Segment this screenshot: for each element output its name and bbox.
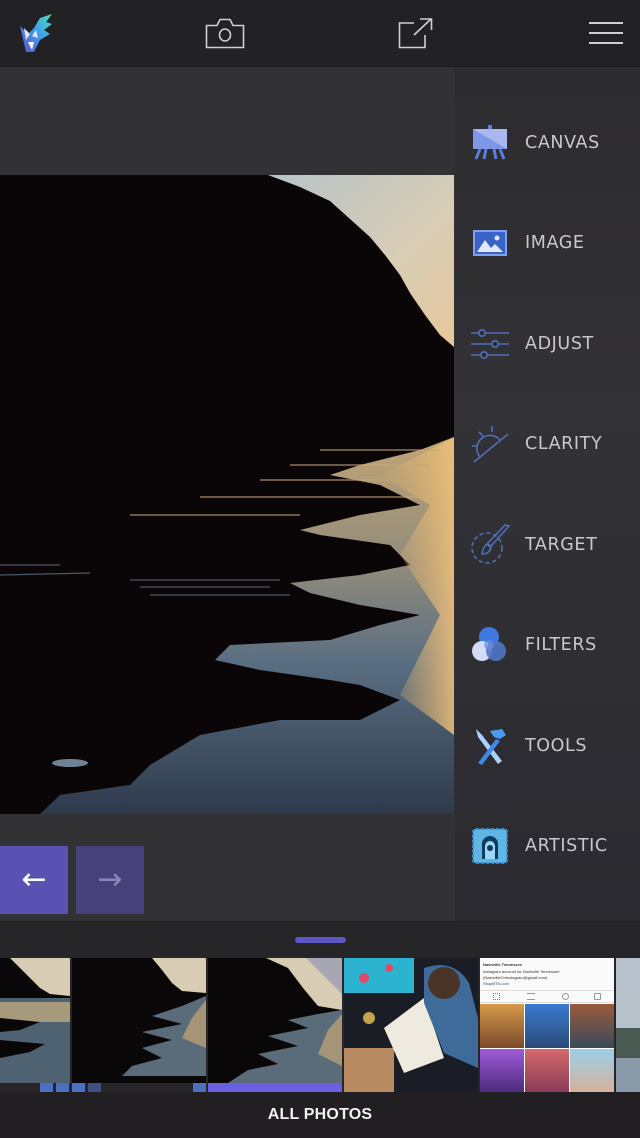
undo-back-button[interactable]: ← [0, 846, 68, 914]
ig-grid-photo [480, 1004, 524, 1048]
drawer-drag-handle[interactable] [295, 937, 346, 943]
lake-thumbnail-image [0, 958, 70, 1083]
menu-item-adjust[interactable]: ADJUST [455, 294, 640, 394]
ig-grid-photo [525, 1049, 569, 1093]
ig-bio-line: (NashvilleOnInstagram@gmail.com) [483, 975, 548, 980]
menu-item-canvas[interactable]: CANVAS [455, 93, 640, 193]
menu-item-label: CLARITY [525, 434, 603, 454]
menu-item-target[interactable]: TARGET [455, 495, 640, 595]
brush-target-icon [471, 524, 511, 564]
export-share-icon [398, 18, 433, 49]
photo-editor-app: ← → CANVAS IMAGE ADJUST CLARITY TARGET F… [0, 0, 640, 1138]
ig-grid-photo [525, 1004, 569, 1048]
menu-item-label: CANVAS [525, 133, 600, 153]
ig-photo-grid [480, 1004, 614, 1093]
menu-item-label: FILTERS [525, 635, 597, 655]
menu-item-label: ARTISTIC [525, 836, 608, 856]
ig-grid-photo [480, 1049, 524, 1093]
top-toolbar [0, 0, 640, 67]
sliders-icon [471, 329, 509, 359]
photo-thumbnail[interactable] [344, 958, 478, 1093]
menu-item-label: TOOLS [525, 736, 588, 756]
tool-side-menu: CANVAS IMAGE ADJUST CLARITY TARGET FILTE… [455, 67, 640, 921]
lake-sunset-photo [0, 175, 454, 814]
menu-item-clarity[interactable]: CLARITY [455, 394, 640, 494]
hamburger-menu-icon [589, 22, 623, 44]
menu-item-filters[interactable]: FILTERS [455, 595, 640, 695]
menu-item-tools[interactable]: TOOLS [455, 696, 640, 796]
menu-item-label: ADJUST [525, 334, 594, 354]
all-photos-button[interactable]: ALL PHOTOS [0, 1092, 640, 1138]
photo-thumbnail-selected[interactable] [208, 958, 342, 1093]
ig-grid-photo [570, 1004, 614, 1048]
editing-canvas: ← → [0, 67, 455, 921]
ig-grid-photo [570, 1049, 614, 1093]
lake-thumbnail-image [72, 958, 206, 1083]
app-logo-icon [20, 14, 52, 52]
sun-clarity-icon [472, 426, 509, 463]
easel-icon [473, 125, 507, 160]
filters-circles-icon [472, 627, 506, 661]
arrow-right-icon: → [97, 862, 123, 897]
photo-drawer: Nashville Tennessee Instagram account fo… [0, 921, 640, 1093]
export-button[interactable] [392, 8, 440, 58]
camera-button[interactable] [200, 8, 250, 58]
lake-thumbnail-image [208, 958, 342, 1083]
app-logo-button[interactable] [12, 8, 58, 58]
child-reading-thumbnail-image [344, 958, 478, 1093]
arrow-left-icon: ← [21, 862, 47, 897]
ig-profile-name: Nashville Tennessee [483, 962, 523, 967]
grid-icon [493, 993, 500, 1000]
edited-photo[interactable] [0, 175, 454, 814]
all-photos-label: ALL PHOTOS [267, 1106, 373, 1123]
artistic-frame-icon [472, 828, 508, 864]
image-icon [473, 230, 507, 256]
menu-item-label: IMAGE [525, 233, 585, 253]
hamburger-menu-button[interactable] [584, 8, 628, 58]
ig-bio-line: Instagram account for Nashville Tennesse… [483, 969, 560, 974]
redo-forward-button[interactable]: → [76, 846, 144, 914]
instagram-screenshot-thumbnail[interactable]: Nashville Tennessee Instagram account fo… [480, 958, 614, 1093]
photo-thumbnail[interactable] [0, 958, 70, 1093]
menu-item-image[interactable]: IMAGE [455, 193, 640, 293]
photo-thumbnail-strip[interactable]: Nashville Tennessee Instagram account fo… [0, 958, 640, 1093]
camera-icon [205, 18, 245, 49]
photo-thumbnail[interactable] [616, 958, 640, 1093]
menu-item-label: TARGET [525, 535, 598, 555]
tools-hammer-icon [476, 729, 506, 765]
list-icon [527, 993, 535, 1000]
misty-lake-thumbnail-image [616, 958, 640, 1093]
ig-bio-link: ShopBTN.com [483, 981, 510, 986]
location-icon [562, 993, 569, 1000]
photo-thumbnail[interactable] [72, 958, 206, 1093]
ig-tab-row [480, 990, 614, 1003]
tagged-icon [594, 993, 601, 1000]
menu-item-artistic[interactable]: ARTISTIC [455, 796, 640, 896]
